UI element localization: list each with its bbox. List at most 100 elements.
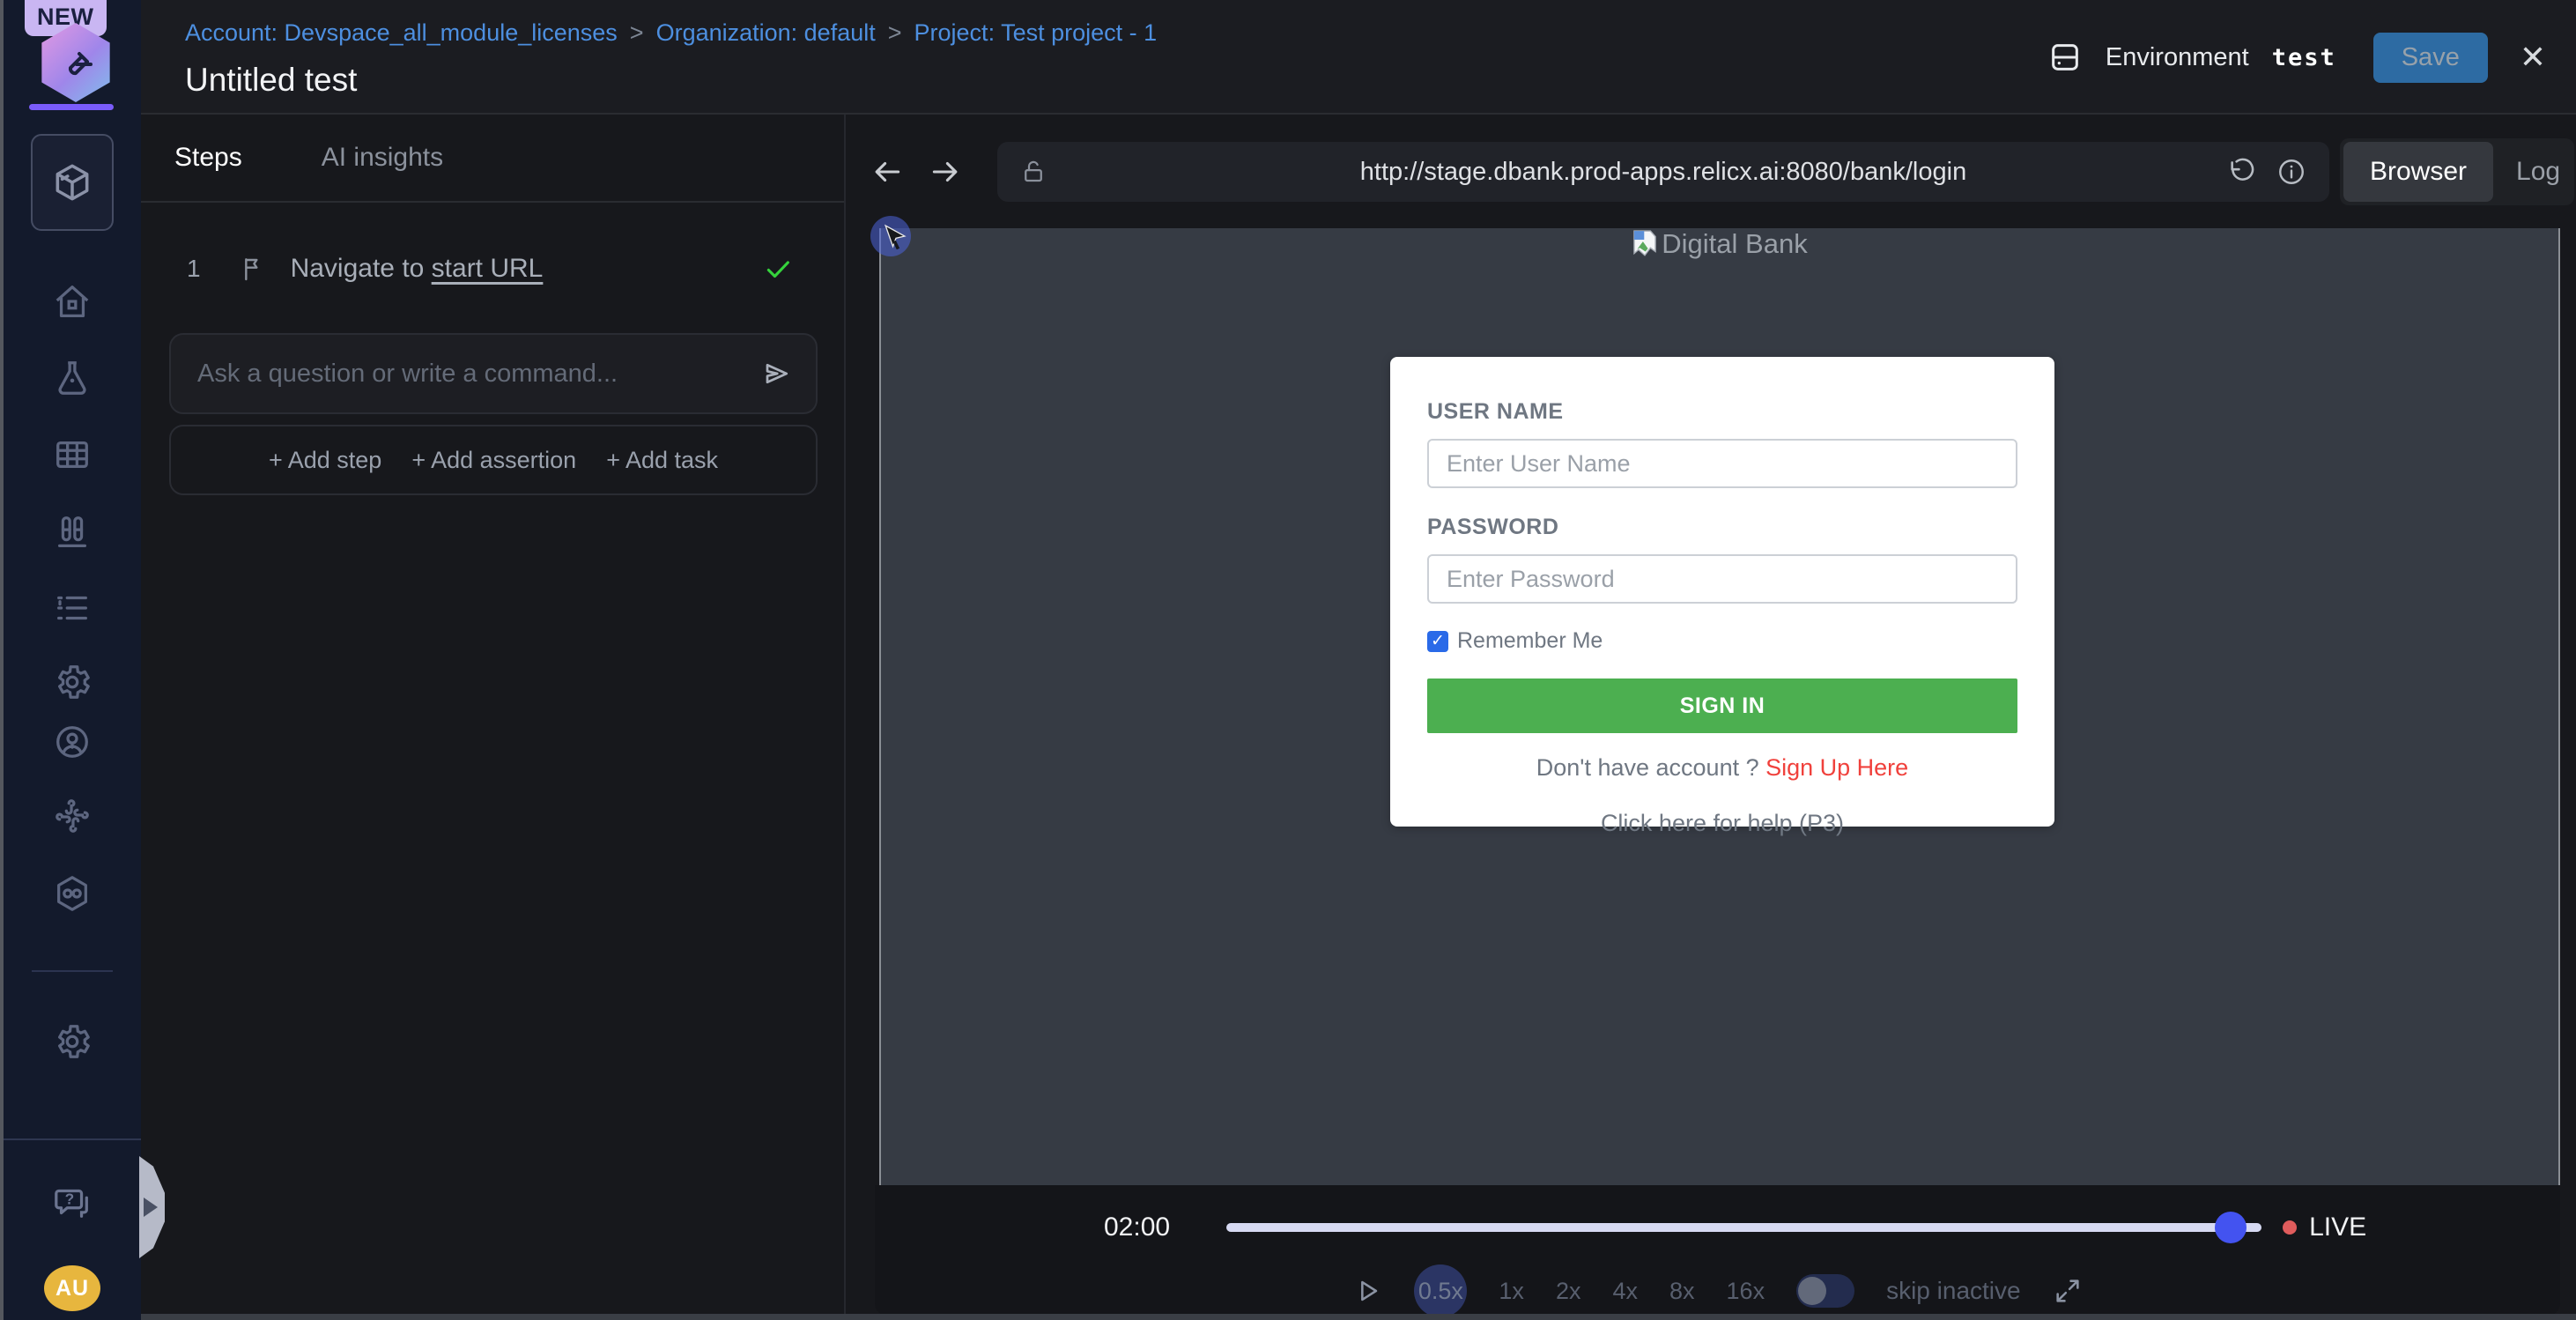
refresh-icon[interactable] [2227,157,2257,187]
speed-2x[interactable]: 2x [1556,1278,1581,1305]
help-row: Click here for help (P3) [1427,810,2017,837]
live-dot-icon [2283,1220,2297,1235]
step-row[interactable]: 1 Navigate to start URL [141,238,844,300]
list-icon [52,588,93,628]
timeline-knob[interactable] [2215,1212,2247,1243]
sidebar-item-admin-settings[interactable] [4,1003,141,1080]
add-assertion-button[interactable]: + Add assertion [411,447,576,474]
steps-tabs: Steps AI insights [141,115,844,203]
gear-icon [52,1021,93,1062]
speed-1x[interactable]: 1x [1499,1278,1524,1305]
user-avatar[interactable]: AU [44,1265,100,1311]
tab-steps[interactable]: Steps [174,143,242,173]
step-label: Navigate to start URL [291,254,544,284]
header-actions: Environment test Save ✕ [2047,0,2546,115]
skip-inactive-label: skip inactive [1886,1277,2021,1305]
tab-log[interactable]: Log [2493,157,2576,187]
sign-up-link[interactable]: Sign Up Here [1765,754,1908,781]
bottom-scrollbar[interactable] [141,1314,2576,1320]
environment-value[interactable]: test [2272,44,2336,71]
check-icon [763,254,793,284]
app-window: NEW [0,0,2576,1320]
add-task-button[interactable]: + Add task [606,447,718,474]
environment-drive-icon [2047,40,2083,75]
tab-ai-insights[interactable]: AI insights [322,143,443,173]
dbank-logo-row: Digital Bank [881,228,2558,260]
command-input[interactable] [171,360,759,389]
top-header: Account: Devspace_all_module_licenses > … [141,0,2576,115]
signup-row: Don't have account ? Sign Up Here [1427,754,2017,782]
sidebar-item-test-runs[interactable] [4,493,141,571]
speed-8x[interactable]: 8x [1669,1278,1695,1305]
info-icon[interactable] [2276,157,2306,187]
sidebar-item-help[interactable]: ? [4,1163,141,1241]
remember-me-checkbox[interactable]: ✓ [1427,631,1448,652]
save-button[interactable]: Save [2373,33,2488,83]
fullscreen-icon[interactable] [2053,1276,2083,1306]
sidebar-item-lab[interactable] [4,339,141,417]
password-field[interactable] [1427,554,2017,604]
skip-inactive-toggle[interactable] [1796,1274,1854,1308]
active-brand-indicator [29,104,114,110]
speed-0-5x[interactable]: 0.5x [1414,1264,1467,1317]
sidebar-item-home[interactable] [4,263,141,341]
page-title: Untitled test [185,62,357,99]
back-arrow-icon[interactable] [870,155,904,189]
username-field[interactable] [1427,439,2017,488]
sidebar-item-slack-integration[interactable] [4,777,141,855]
breadcrumb-project[interactable]: Project: Test project - 1 [914,19,1158,47]
panel-collapse-handle[interactable] [139,1156,165,1258]
timeline-track[interactable] [1226,1223,2261,1232]
broken-image-icon [1632,229,1658,259]
step-number: 1 [187,255,201,283]
steps-panel: Steps AI insights 1 Navigate to start UR… [141,115,846,1320]
playback-panel: 02:00 LIVE 0.5x 1x 2x 4x 8x [875,1185,2560,1316]
toggle-knob [1798,1277,1826,1305]
breadcrumb-separator: > [630,19,644,47]
sidebar-section-divider [4,1138,141,1140]
home-icon [52,282,93,323]
sidebar: NEW [4,0,141,1320]
sidebar-item-suites[interactable] [4,416,141,493]
forward-arrow-icon[interactable] [929,155,962,189]
timeline-slider[interactable] [1226,1212,2261,1243]
send-icon[interactable] [759,358,791,389]
speed-4x[interactable]: 4x [1612,1278,1638,1305]
help-link[interactable]: Click here for help (P3) [1601,810,1844,836]
sidebar-item-test-builder[interactable] [31,134,114,231]
remember-me-row: ✓ Remember Me [1427,628,2017,654]
mouse-cursor-icon [877,221,913,256]
help-chat-icon: ? [52,1182,93,1222]
tab-browser[interactable]: Browser [2343,142,2493,202]
slack-icon [52,796,93,836]
sidebar-item-ci-cd[interactable] [4,855,141,932]
timeline-row: 02:00 LIVE [875,1201,2560,1254]
remote-viewport[interactable]: Digital Bank USER NAME PASSWORD ✓ Rememb… [879,228,2560,1288]
play-icon[interactable] [1352,1276,1382,1306]
sidebar-item-task-list[interactable] [4,569,141,647]
flag-icon [238,255,266,283]
test-tube-icon [55,41,97,83]
sidebar-item-session-explorer[interactable] [4,703,141,781]
breadcrumb-account[interactable]: Account: Devspace_all_module_licenses [185,19,618,47]
breadcrumb: Account: Devspace_all_module_licenses > … [185,19,1157,47]
password-label: PASSWORD [1427,515,2017,540]
breadcrumb-organization[interactable]: Organization: default [656,19,876,47]
grid-icon [52,434,93,475]
url-text[interactable]: http://stage.dbank.prod-apps.relicx.ai:8… [997,158,2329,187]
test-tubes-icon [52,512,93,552]
dbank-logo-alt-text: Digital Bank [1662,228,1807,260]
close-icon[interactable]: ✕ [2520,41,2546,73]
browser-toolbar: http://stage.dbank.prod-apps.relicx.ai:8… [846,115,2576,229]
username-label: USER NAME [1427,399,1564,424]
flask-icon [52,358,93,398]
breadcrumb-separator: > [888,19,902,47]
step-actions: + Add step + Add assertion + Add task [169,425,818,495]
live-label[interactable]: LIVE [2309,1212,2366,1242]
step-start-url-link[interactable]: start URL [432,254,544,283]
url-bar[interactable]: http://stage.dbank.prod-apps.relicx.ai:8… [997,142,2329,202]
add-step-button[interactable]: + Add step [269,447,381,474]
speed-16x[interactable]: 16x [1727,1278,1765,1305]
user-search-icon [52,722,93,762]
sign-in-button[interactable]: SIGN IN [1427,679,2017,733]
